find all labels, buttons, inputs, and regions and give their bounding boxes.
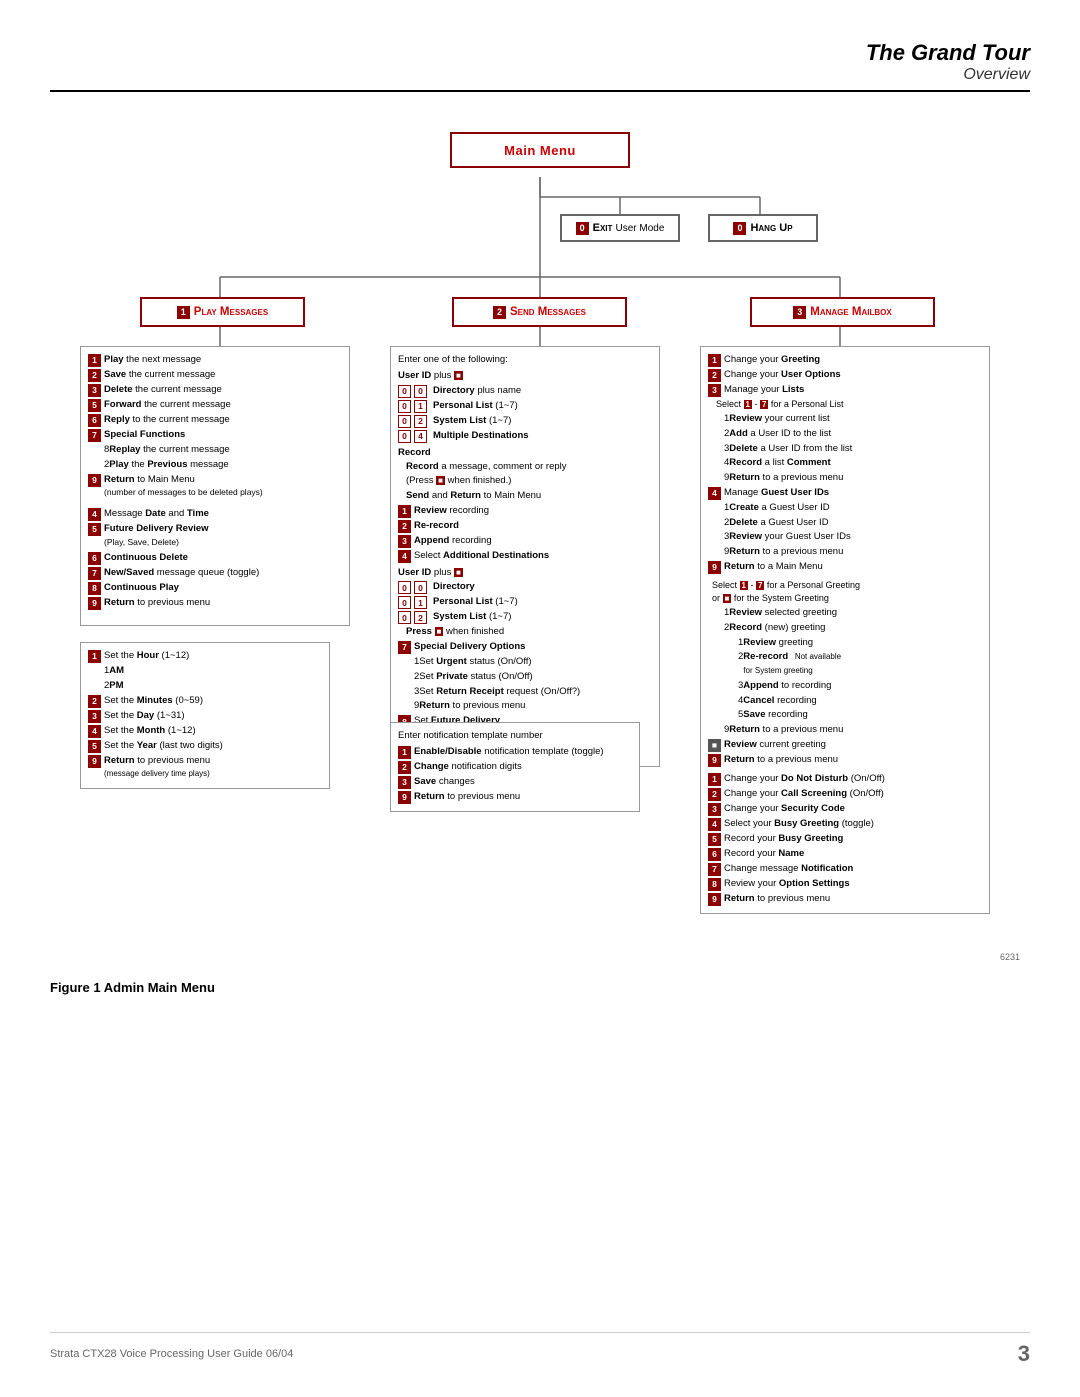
footer-guide-text: Strata CTX28 Voice Processing User Guide… (50, 1348, 293, 1360)
play-badge: 1 (177, 306, 190, 319)
send-sub-panel: Enter notification template number 1Enab… (390, 722, 640, 812)
page-title: The Grand Tour (50, 40, 1030, 66)
figure-caption: Figure 1 Admin Main Menu (50, 980, 1030, 995)
footer-page-number: 3 (1018, 1341, 1030, 1367)
play-sub-panel: 1Set the Hour (1~12) 1AM 2PM 2Set the Mi… (80, 642, 330, 789)
exit-badge: 0 (576, 222, 589, 235)
send-messages-box: 2 Send Messages (452, 297, 627, 327)
page-container: The Grand Tour Overview (0, 0, 1080, 1397)
play-panel: 1Play the next message 2Save the current… (80, 346, 350, 626)
diagram-area: Main Menu 0 Exit User Mode 0 Hang Up 1 P… (60, 102, 1020, 962)
exit-label: Exit (593, 222, 613, 234)
send-panel: Enter one of the following: User ID plus… (390, 346, 660, 767)
exit-box: 0 Exit User Mode (560, 214, 680, 242)
exit-sub: User Mode (615, 223, 664, 234)
manage-badge: 3 (793, 306, 806, 319)
hangup-badge: 0 (733, 222, 746, 235)
play-label: Play Messages (194, 306, 268, 318)
footer: Strata CTX28 Voice Processing User Guide… (50, 1332, 1030, 1367)
hangup-box: 0 Hang Up (708, 214, 818, 242)
manage-mailbox-box: 3 Manage Mailbox (750, 297, 935, 327)
page-subtitle: Overview (50, 66, 1030, 84)
send-label: Send Messages (510, 306, 586, 318)
manage-panel: 1Change your Greeting 2Change your User … (700, 346, 990, 914)
hangup-label: Hang Up (750, 222, 792, 234)
header: The Grand Tour Overview (50, 40, 1030, 92)
play-messages-box: 1 Play Messages (140, 297, 305, 327)
main-menu-box: Main Menu (450, 132, 630, 168)
manage-label: Manage Mailbox (810, 306, 892, 318)
diagram-number: 6231 (1000, 952, 1020, 962)
main-menu-label: Main Menu (504, 143, 576, 158)
send-badge: 2 (493, 306, 506, 319)
